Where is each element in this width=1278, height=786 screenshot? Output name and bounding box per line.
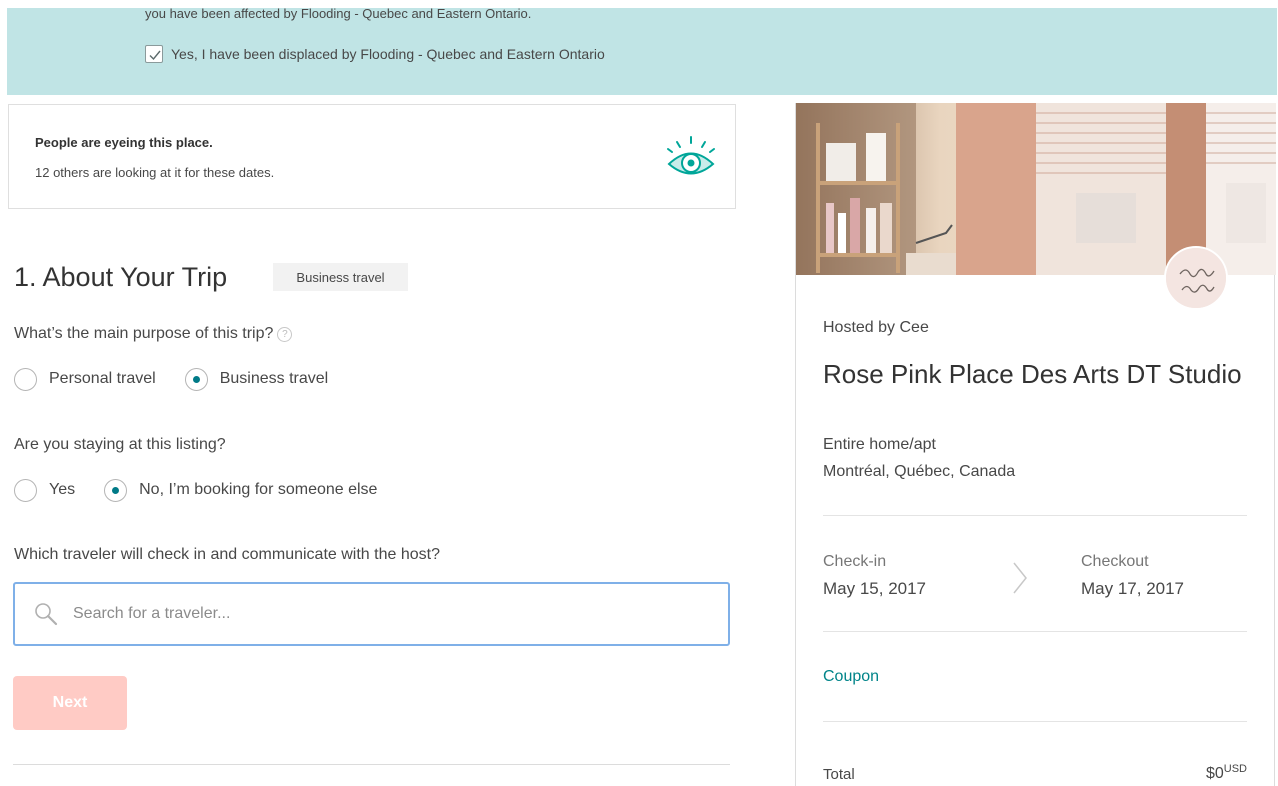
host-avatar[interactable] — [1164, 246, 1228, 310]
next-button[interactable]: Next — [13, 676, 127, 730]
section-title-about-trip: 1. About Your Trip — [14, 262, 228, 292]
radio-business-travel[interactable] — [184, 367, 208, 391]
checkin-label: Check-in — [823, 553, 887, 570]
divider — [823, 631, 1247, 632]
staying-radio-group: Yes No, I’m booking for someone else — [14, 477, 377, 503]
eye-icon — [667, 136, 715, 175]
search-icon — [35, 603, 58, 626]
radio-booking-for-someone-else[interactable] — [104, 478, 128, 502]
demand-notice-title: People are eyeing this place. — [35, 135, 213, 150]
divider — [823, 515, 1247, 516]
traveler-question: Which traveler will check in and communi… — [14, 546, 440, 563]
traveler-search-box[interactable] — [13, 582, 730, 646]
chevron-right-icon — [1013, 562, 1027, 594]
total-currency: USD — [1223, 763, 1247, 775]
checkmark-icon — [149, 50, 161, 61]
divider — [823, 721, 1247, 722]
displaced-checkbox-label[interactable]: Yes, I have been displaced by Flooding -… — [171, 46, 605, 62]
checkout-date[interactable]: May 17, 2017 — [1081, 579, 1184, 599]
purpose-question: What’s the main purpose of this trip?? — [14, 325, 293, 343]
trip-type-badge: Business travel — [273, 263, 408, 291]
hosted-by-text: Hosted by Cee — [823, 319, 929, 336]
help-icon[interactable]: ? — [277, 327, 293, 342]
checkin-date[interactable]: May 15, 2017 — [823, 579, 926, 599]
checkout-label: Checkout — [1081, 553, 1149, 570]
radio-label-personal-travel[interactable]: Personal travel — [49, 370, 156, 388]
radio-personal-travel[interactable] — [14, 367, 37, 391]
radio-label-staying-yes[interactable]: Yes — [49, 481, 75, 499]
total-label: Total — [823, 766, 855, 783]
demand-notice-card: People are eyeing this place. 12 others … — [8, 104, 736, 209]
displaced-checkbox-row[interactable]: Yes, I have been displaced by Flooding -… — [145, 44, 605, 64]
listing-location: Montréal, Québec, Canada — [823, 463, 1016, 480]
flooding-banner: you have been affected by Flooding - Que… — [7, 6, 1277, 95]
displaced-checkbox[interactable] — [145, 45, 163, 63]
section-divider — [13, 764, 730, 765]
traveler-search-input[interactable] — [73, 605, 693, 623]
purpose-radio-group: Personal travel Business travel — [14, 366, 328, 392]
coupon-link[interactable]: Coupon — [823, 668, 879, 686]
purpose-question-text: What’s the main purpose of this trip? — [14, 325, 274, 342]
radio-label-booking-for-someone-else[interactable]: No, I’m booking for someone else — [139, 481, 377, 499]
listing-summary-card: Hosted by Cee Rose Pink Place Des Arts D… — [795, 103, 1276, 786]
staying-question: Are you staying at this listing? — [14, 436, 226, 453]
host-avatar-image — [1166, 248, 1226, 308]
total-amount-value: $0 — [1205, 765, 1224, 782]
radio-label-business-travel[interactable]: Business travel — [220, 370, 329, 388]
flooding-affected-text: you have been affected by Flooding - Que… — [145, 6, 532, 21]
radio-staying-yes[interactable] — [14, 478, 37, 502]
total-amount: $0USD — [1206, 763, 1247, 783]
demand-notice-subtitle: 12 others are looking at it for these da… — [35, 165, 275, 180]
listing-room-type: Entire home/apt — [823, 436, 936, 453]
listing-title[interactable]: Rose Pink Place Des Arts DT Studio — [823, 357, 1243, 391]
